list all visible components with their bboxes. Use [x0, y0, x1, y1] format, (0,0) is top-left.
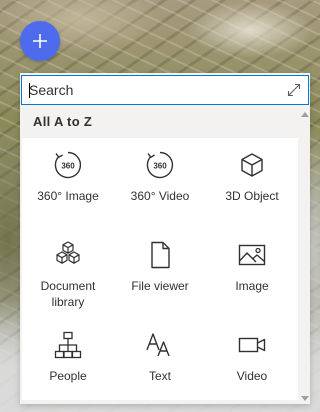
section-title: All A to Z [33, 114, 93, 129]
tile-document-library[interactable]: Document library [22, 228, 114, 318]
webpart-grid: 360 360° Image 360 360° Video 3D Object … [22, 138, 298, 400]
tile-label: 360° Video [130, 189, 190, 203]
scrollbar[interactable] [300, 109, 310, 404]
tile-label: 3D Object [225, 189, 279, 203]
svg-text:360: 360 [153, 162, 167, 171]
people-icon [51, 328, 85, 362]
tile-label: Video [236, 369, 268, 383]
tile-label: Text [148, 369, 171, 383]
tile-3d-object[interactable]: 3D Object [206, 138, 298, 228]
tile-label: Image [235, 279, 269, 293]
tile-label: Document library [40, 279, 96, 309]
3d-object-icon [235, 148, 269, 182]
360-video-icon: 360 [143, 148, 177, 182]
text-icon [143, 328, 177, 362]
tile-people[interactable]: People [22, 318, 114, 400]
search-input[interactable] [22, 76, 280, 104]
tile-file-viewer[interactable]: File viewer [114, 228, 206, 318]
add-webpart-button[interactable] [20, 21, 60, 61]
expand-icon[interactable] [280, 76, 308, 104]
scroll-down-arrow-icon[interactable] [300, 394, 310, 404]
document-library-icon [51, 238, 85, 272]
tile-label: People [49, 369, 87, 383]
webpart-picker-panel: All A to Z 360 360° Image [20, 73, 310, 404]
plus-icon [33, 34, 47, 48]
search-box [21, 75, 309, 105]
tile-label: 360° Image [37, 189, 99, 203]
video-icon [235, 328, 269, 362]
360-image-icon: 360 [51, 148, 85, 182]
tile-image[interactable]: Image [206, 228, 298, 318]
tile-text[interactable]: Text [114, 318, 206, 400]
image-icon [235, 238, 269, 272]
svg-text:360: 360 [61, 162, 75, 171]
tile-360-image[interactable]: 360 360° Image [22, 138, 114, 228]
text-caret [29, 83, 30, 98]
tile-label: File viewer [131, 279, 189, 293]
file-viewer-icon [143, 238, 177, 272]
tile-video[interactable]: Video [206, 318, 298, 400]
scroll-up-arrow-icon[interactable] [300, 109, 310, 119]
tile-360-video[interactable]: 360 360° Video [114, 138, 206, 228]
